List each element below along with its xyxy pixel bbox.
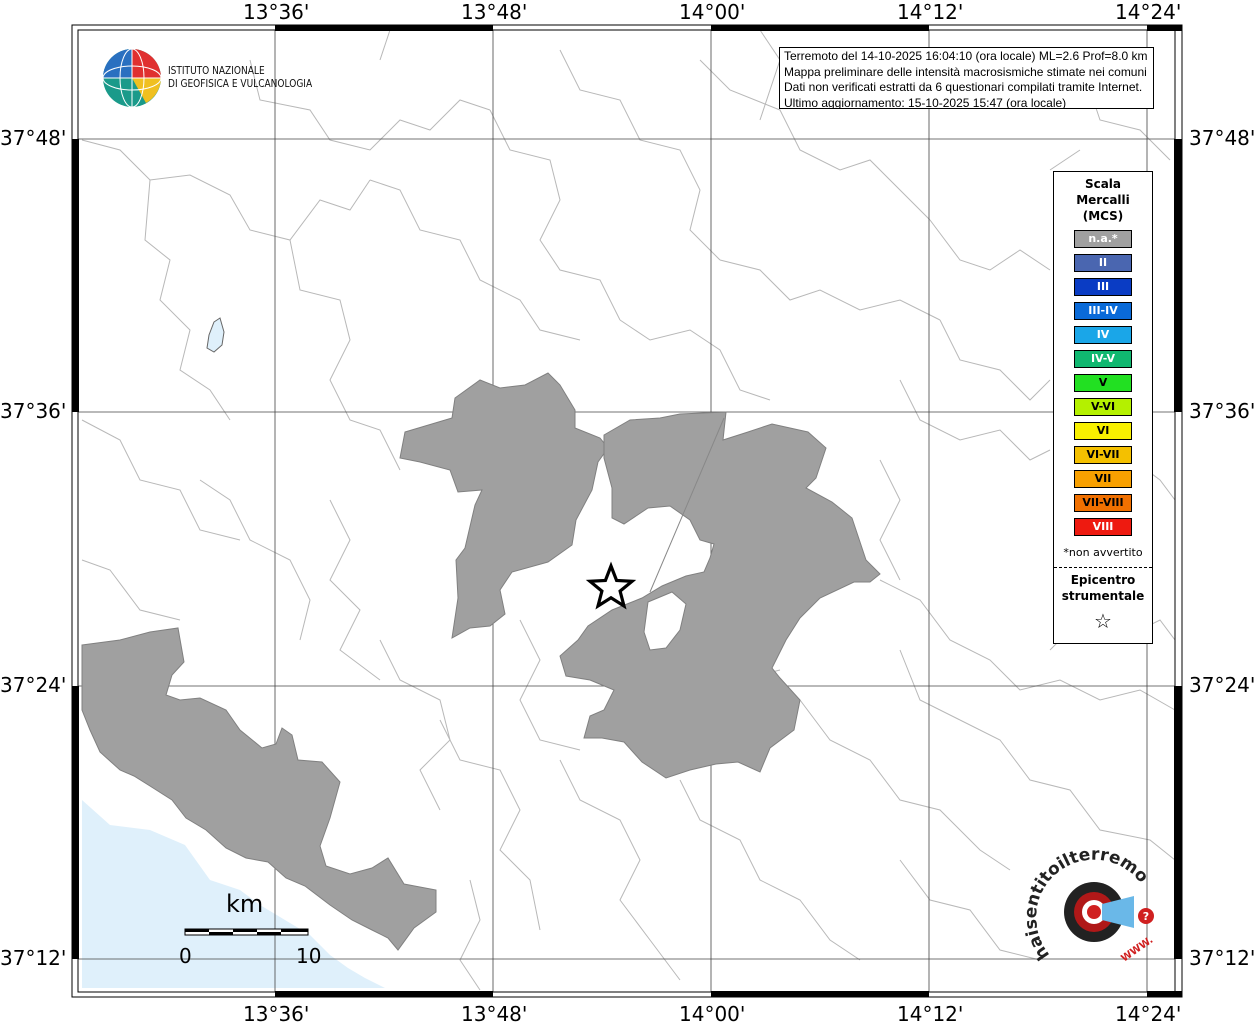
area-west-central	[399, 372, 609, 639]
legend-title-line-2: Mercalli	[1076, 193, 1130, 207]
legend-swatch-v: V	[1074, 374, 1132, 392]
legend-swatch-vi-vii: VI-VII	[1074, 446, 1132, 464]
scale-start-label: 0	[179, 944, 192, 968]
top-label-1: 13°36'	[243, 0, 310, 24]
right-label-3: 37°24'	[1189, 673, 1255, 697]
left-label-1: 37°48'	[0, 126, 67, 150]
event-info-box: Terremoto del 14-10-2025 16:04:10 (ora l…	[779, 47, 1154, 109]
legend-swatch-vii-viii: VII-VIII	[1074, 494, 1132, 512]
legend-swatch-iii: III	[1074, 278, 1132, 296]
legend-swatch-viii: VIII	[1074, 518, 1132, 536]
legend-title: Scala Mercalli (MCS)	[1054, 176, 1152, 224]
legend-title-line-3: (MCS)	[1082, 209, 1124, 223]
left-label-2: 37°36'	[0, 399, 67, 423]
bottom-label-1: 13°36'	[243, 1002, 310, 1026]
top-label-5: 14°24'	[1115, 0, 1182, 24]
legend-note: *non avvertito	[1063, 546, 1143, 559]
event-title: Terremoto del 14-10-2025 16:04:10 (ora l…	[784, 49, 1148, 63]
legend-swatch-iv-v: IV-V	[1074, 350, 1132, 368]
last-update: Ultimo aggiornamento: 15-10-2025 15:47 (…	[784, 95, 1067, 109]
bottom-label-4: 14°12'	[897, 1002, 964, 1026]
data-source-note: Dati non verificati estratti da 6 questi…	[784, 80, 1143, 94]
map-description: Mappa preliminare delle intensità macros…	[784, 64, 1147, 79]
left-label-3: 37°24'	[0, 673, 67, 697]
intensity-legend: Scala Mercalli (MCS) n.a.* II III III-IV…	[1053, 171, 1153, 644]
legend-swatch-v-vi: V-VI	[1074, 398, 1132, 416]
legend-swatch-vii: VII	[1074, 470, 1132, 488]
ingv-logo-icon	[102, 48, 162, 108]
hsit-url: WWW.	[1119, 935, 1155, 965]
svg-text:?: ?	[1143, 910, 1149, 923]
legend-divider	[1054, 567, 1152, 568]
legend-epicenter-label: Epicentro strumentale	[1054, 572, 1152, 604]
legend-star-icon: ☆	[1094, 609, 1112, 633]
top-label-2: 13°48'	[461, 0, 528, 24]
right-label-4: 37°12'	[1189, 946, 1255, 970]
top-label-4: 14°12'	[897, 0, 964, 24]
epicenter-star	[585, 561, 637, 610]
scale-end-label: 10	[296, 944, 322, 968]
bottom-label-2: 13°48'	[461, 1002, 528, 1026]
ingv-line-2: DI GEOFISICA E VULCANOLOGIA	[168, 77, 313, 90]
bottom-label-5: 14°24'	[1115, 1002, 1182, 1026]
legend-epicenter-line-2: strumentale	[1061, 589, 1145, 603]
left-label-4: 37°12'	[0, 946, 67, 970]
legend-swatch-iii-iv: III-IV	[1074, 302, 1132, 320]
right-label-2: 37°36'	[1189, 399, 1255, 423]
top-label-3: 14°00'	[679, 0, 746, 24]
lake	[206, 317, 225, 353]
legend-title-line-1: Scala	[1084, 177, 1122, 191]
ingv-line-1: ISTITUTO NAZIONALE	[168, 64, 265, 77]
right-label-1: 37°48'	[1189, 126, 1255, 150]
ingv-logo-text: ISTITUTO NAZIONALE DI GEOFISICA E VULCAN…	[168, 64, 312, 90]
not-felt-areas	[81, 372, 881, 951]
legend-swatch-iv: IV	[1074, 326, 1132, 344]
scale-unit-label: km	[226, 890, 264, 918]
bottom-label-3: 14°00'	[679, 1002, 746, 1026]
legend-swatch-vi: VI	[1074, 422, 1132, 440]
scale-bar	[184, 928, 309, 936]
legend-epicenter-line-1: Epicentro	[1070, 573, 1136, 587]
legend-swatch-ii: II	[1074, 254, 1132, 272]
legend-swatch-na: n.a.*	[1074, 230, 1132, 248]
